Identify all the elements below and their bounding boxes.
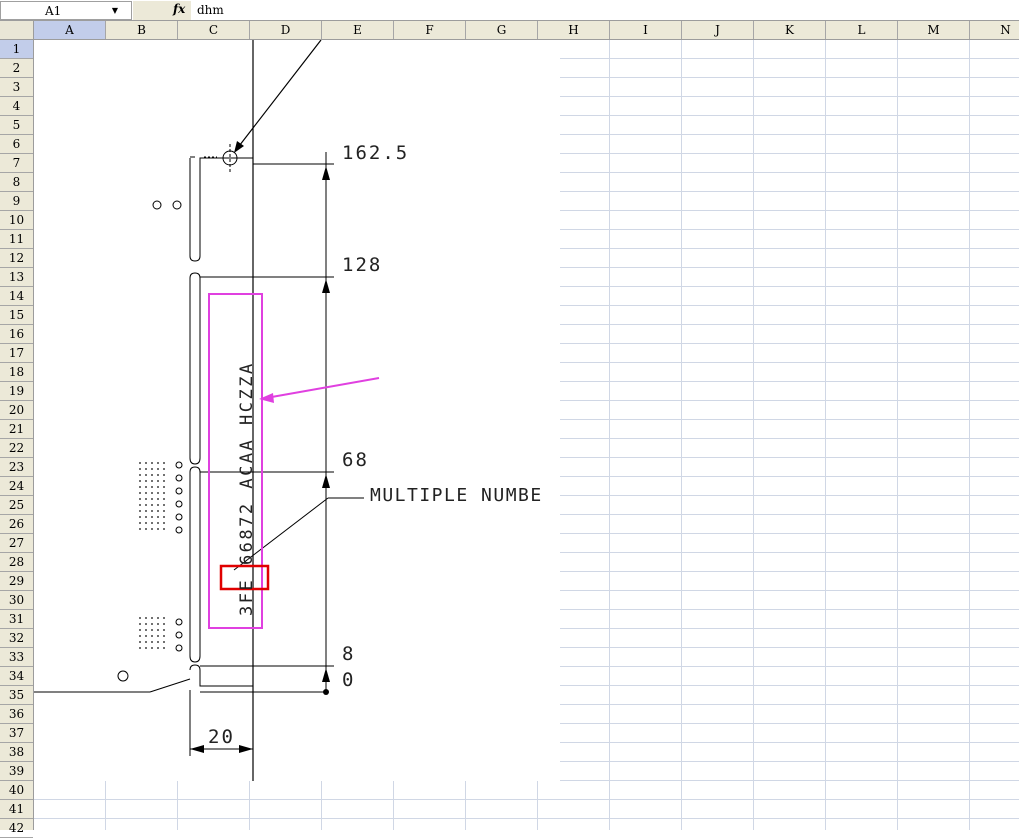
row-header-13[interactable]: 13 [0, 268, 33, 287]
row-header-3[interactable]: 3 [0, 78, 33, 97]
column-header-e[interactable]: E [322, 21, 394, 39]
row-header-33[interactable]: 33 [0, 648, 33, 667]
row-header-24[interactable]: 24 [0, 477, 33, 496]
formula-input[interactable]: dhm [192, 1, 1019, 20]
row-header-22[interactable]: 22 [0, 439, 33, 458]
dimension-68-label: 68 [342, 449, 369, 471]
row-header-20[interactable]: 20 [0, 401, 33, 420]
column-header-c[interactable]: C [178, 21, 250, 39]
callout-multiple-number: MULTIPLE NUMBE [370, 485, 543, 506]
column-header-b[interactable]: B [106, 21, 178, 39]
pad-matrix-upper [139, 462, 165, 530]
row-header-9[interactable]: 9 [0, 192, 33, 211]
row-header-30[interactable]: 30 [0, 591, 33, 610]
row-header-7[interactable]: 7 [0, 154, 33, 173]
row-header-32[interactable]: 32 [0, 629, 33, 648]
column-header-j[interactable]: J [682, 21, 754, 39]
row-header-28[interactable]: 28 [0, 553, 33, 572]
column-header-h[interactable]: H [538, 21, 610, 39]
pad-matrix-lower [139, 617, 165, 649]
row-header-19[interactable]: 19 [0, 382, 33, 401]
column-header-f[interactable]: F [394, 21, 466, 39]
pad-circles-lower [175, 618, 183, 652]
row-header-4[interactable]: 4 [0, 97, 33, 116]
column-headers: ABCDEFGHIJKLMN [34, 21, 1019, 40]
insert-function-area: fx [133, 1, 191, 20]
row-header-26[interactable]: 26 [0, 515, 33, 534]
row-header-36[interactable]: 36 [0, 705, 33, 724]
row-header-5[interactable]: 5 [0, 116, 33, 135]
column-header-a[interactable]: A [34, 21, 106, 39]
row-header-34[interactable]: 34 [0, 667, 33, 686]
dimension-8-label: 8 [342, 643, 354, 665]
row-header-15[interactable]: 15 [0, 306, 33, 325]
row-header-40[interactable]: 40 [0, 781, 33, 800]
row-header-38[interactable]: 38 [0, 743, 33, 762]
column-header-m[interactable]: M [898, 21, 970, 39]
row-header-41[interactable]: 41 [0, 800, 33, 819]
name-box-value: A1 [45, 4, 62, 18]
row-header-11[interactable]: 11 [0, 230, 33, 249]
select-all-button[interactable] [0, 21, 34, 40]
row-header-16[interactable]: 16 [0, 325, 33, 344]
dimension-162-5-label: 162.5 [342, 142, 410, 164]
column-header-l[interactable]: L [826, 21, 898, 39]
row-header-21[interactable]: 21 [0, 420, 33, 439]
row-header-12[interactable]: 12 [0, 249, 33, 268]
column-header-k[interactable]: K [754, 21, 826, 39]
dimension-20-label: 20 [208, 726, 235, 748]
row-header-6[interactable]: 6 [0, 135, 33, 154]
row-header-35[interactable]: 35 [0, 686, 33, 705]
formula-text: dhm [197, 3, 224, 17]
row-header-27[interactable]: 27 [0, 534, 33, 553]
row-header-10[interactable]: 10 [0, 211, 33, 230]
row-header-23[interactable]: 23 [0, 458, 33, 477]
row-header-14[interactable]: 14 [0, 287, 33, 306]
name-box-dropdown-icon[interactable]: ▼ [109, 5, 121, 17]
dimension-128-label: 128 [342, 254, 383, 276]
column-header-n[interactable]: N [970, 21, 1019, 39]
formula-bar: A1 ▼ fx dhm [0, 0, 1019, 21]
row-header-31[interactable]: 31 [0, 610, 33, 629]
row-header-42[interactable]: 42 [0, 819, 33, 838]
row-header-29[interactable]: 29 [0, 572, 33, 591]
pad-circles-upper [175, 461, 183, 534]
row-header-18[interactable]: 18 [0, 363, 33, 382]
column-header-i[interactable]: I [610, 21, 682, 39]
row-header-37[interactable]: 37 [0, 724, 33, 743]
name-box[interactable]: A1 ▼ [0, 1, 132, 20]
row-header-17[interactable]: 17 [0, 344, 33, 363]
drawing-canvas [34, 40, 380, 781]
part-number-vertical-label: 3FE 66872 ACAA HCZZA [237, 361, 257, 616]
row-header-39[interactable]: 39 [0, 762, 33, 781]
embedded-drawing[interactable]: 162.5 128 68 8 0 20 MULTIPLE NUMBE 3FE 6… [34, 40, 560, 781]
column-header-g[interactable]: G [466, 21, 538, 39]
row-headers: 1 2 3 4 5 6 7 8 9 10 11 12 13 14 15 16 17 18 19 20 21 22 23 24 2… [0, 40, 34, 838]
fx-icon[interactable]: fx [173, 2, 185, 16]
row-header-2[interactable]: 2 [0, 59, 33, 78]
dimension-0-label: 0 [342, 669, 354, 691]
column-header-d[interactable]: D [250, 21, 322, 39]
row-header-1[interactable]: 1 [0, 40, 33, 59]
row-header-8[interactable]: 8 [0, 173, 33, 192]
row-header-25[interactable]: 25 [0, 496, 33, 515]
